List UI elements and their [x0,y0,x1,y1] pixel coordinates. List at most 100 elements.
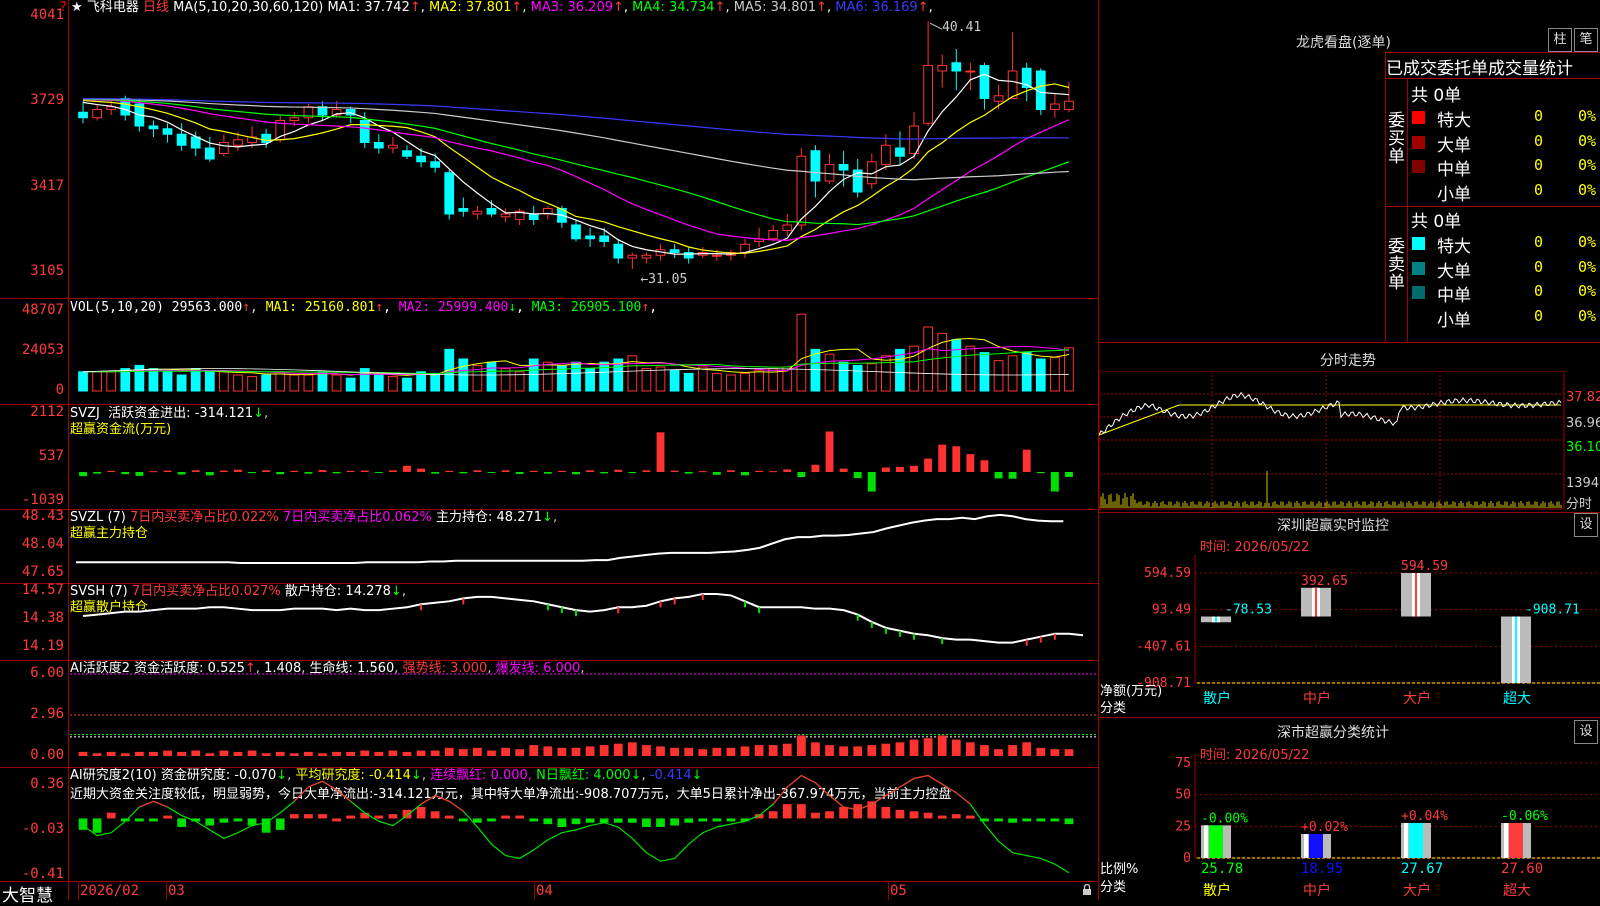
activity-bar [304,751,313,756]
sz-bar-value: -78.53 [1225,603,1272,618]
tab-tick[interactable]: 笔 [1574,28,1598,52]
activity-bar [951,739,961,756]
research-bar [135,818,144,822]
candle [176,123,187,151]
timeshare-chart[interactable] [1099,371,1565,510]
volume-bar [993,360,1004,392]
retail-tick [560,607,563,614]
row-name[interactable]: 中单 [1437,281,1471,306]
flow-bar [600,471,609,474]
cls-settings-button[interactable]: 设 [1574,720,1598,744]
flow-bar [698,471,707,473]
research-bar [853,804,863,819]
cls-title: 深市超赢分类统计 [1277,725,1389,741]
candle [683,247,694,264]
volume-bar [711,372,722,392]
candle-body [176,133,187,146]
flow-bar [572,471,580,475]
stat-head-vol[interactable]: 成交量 [1488,59,1539,79]
retail-tick [884,627,887,634]
flow-bar [1050,471,1059,492]
sz-monitor-chart[interactable]: 594.59 93.49 -407.61 -908.71 -78.53 散户 392.65 中… [1099,555,1600,715]
flow-bar [374,471,383,473]
candle-body [711,254,722,257]
candle-body [204,147,215,160]
volume-bar [740,372,750,392]
candle-body [613,243,624,259]
volume-bar [810,348,821,392]
y-tick-label: -0.41 [21,866,64,882]
candle-body [388,144,398,149]
volume-bar [331,374,342,392]
row-name[interactable]: 大单 [1437,257,1471,282]
stat-head-order[interactable]: 委托单 [1437,59,1488,79]
retail-tick [856,614,859,621]
x-tick-mark [166,882,167,900]
candle-body [416,155,426,163]
cls-chart[interactable]: 75 50 25 0 -0.00% 25.78 散户 +0.02% 18.95 中户 +0.04% 2… [1099,755,1600,900]
volume-chart[interactable] [70,299,1098,404]
retail-tick [913,633,916,640]
row-count: 0 [1534,131,1544,150]
candle [261,128,272,148]
row-count: 0 [1534,107,1544,125]
lock-icon[interactable] [1082,883,1092,896]
tab-bar[interactable]: 柱 [1548,28,1572,52]
svzj-chart[interactable] [70,405,1098,509]
activity-bar [557,747,567,756]
flow-bar [670,470,679,472]
row-count: 0 [1534,306,1544,325]
flow-bar [712,471,721,475]
sz-bar-core [1515,616,1517,683]
left-border [68,0,69,900]
candle-body [768,230,779,240]
ai1-chart[interactable] [70,660,1098,767]
candle-body [979,65,990,99]
candle [726,249,736,261]
flow-bar [853,471,862,479]
cls-bar-value: 25.78 [1201,861,1243,877]
sz-y-label: 594.59 [1144,566,1191,581]
activity-bar [261,753,271,756]
svsh-chart[interactable] [70,583,1098,660]
cls-y-label: 25 [1175,819,1191,834]
candle-body [486,208,497,215]
flow-bar [783,469,792,472]
volume-bar [345,377,356,392]
row-name[interactable]: 特大 [1437,232,1471,257]
kline-chart[interactable]: 40.41 ←31.05 [70,0,1098,298]
retail-tick [941,638,944,645]
flow-bar [1065,471,1073,478]
cls-category: 中户 [1303,882,1331,899]
research-bar [163,815,172,819]
row-name[interactable]: 中单 [1437,155,1471,180]
cls-bar-core [1209,825,1223,858]
sz-settings-button[interactable]: 设 [1574,513,1598,537]
row-name[interactable]: 大单 [1437,131,1471,156]
retail-tick [898,630,901,637]
svzl-chart[interactable] [70,509,1098,583]
cls-cat-label: 分类 [1100,880,1127,895]
y-tick-label: 14.38 [21,610,64,626]
research-bar [909,811,919,819]
candle [345,106,356,124]
row-name[interactable]: 小单 [1437,306,1471,331]
activity-bar [585,746,595,756]
stat-head-stat[interactable]: 统计 [1539,59,1573,79]
stat-head-done[interactable]: 已成交 [1386,59,1437,79]
row-name[interactable]: 特大 [1437,106,1471,131]
flow-bar [248,471,256,474]
sz-bar-value: -908.71 [1525,603,1580,618]
cls-category: 超大 [1503,883,1531,899]
y-tick-label: 24053 [21,342,64,358]
sz-category: 散户 [1203,690,1231,707]
row-name[interactable]: 小单 [1437,180,1471,205]
candle-body [1050,103,1060,110]
candle [148,120,159,137]
candle [317,101,328,121]
ai2-chart[interactable] [70,767,1098,881]
activity-bar [754,745,764,756]
flow-bar [417,468,425,472]
flow-bar [219,470,228,472]
candle-body [838,164,849,171]
